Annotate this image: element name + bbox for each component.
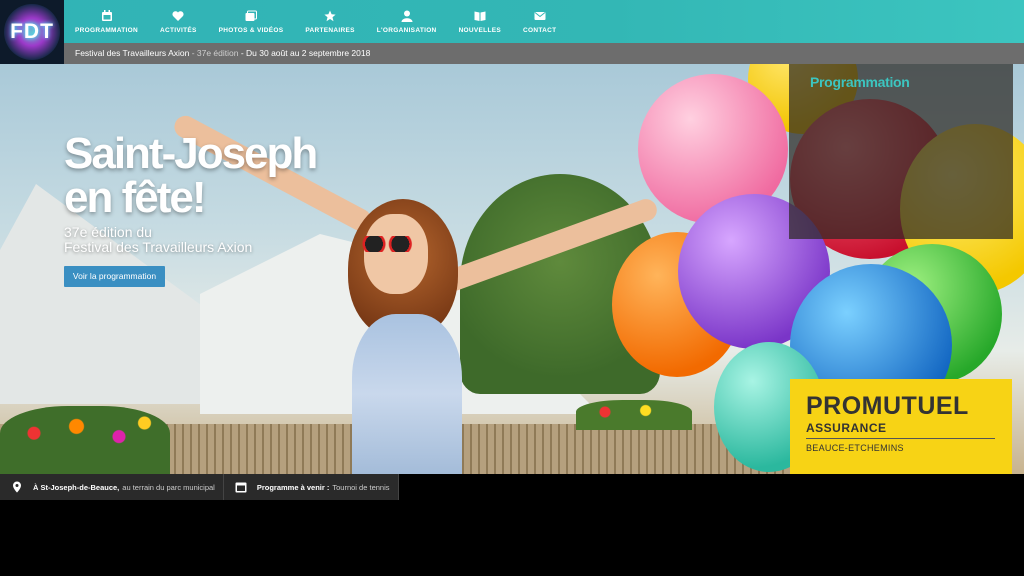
girl-face <box>364 214 428 294</box>
nav-item-activites[interactable]: ACTIVITÉS <box>149 0 208 43</box>
nav-item-contact[interactable]: CONTACT <box>512 0 567 43</box>
main-nav: PROGRAMMATION ACTIVITÉS PHOTOS & VIDÉOS … <box>64 0 567 43</box>
festival-name: Festival des Travailleurs Axion <box>75 48 190 58</box>
nav-item-programmation[interactable]: PROGRAMMATION <box>64 0 149 43</box>
nav-label: PROGRAMMATION <box>75 27 138 34</box>
heart-icon <box>171 9 185 23</box>
sunglasses <box>360 236 416 252</box>
nav-label: CONTACT <box>523 27 557 34</box>
bottom-info-bar: À St-Joseph-de-Beauce, au terrain du par… <box>0 474 399 500</box>
sponsor-promutuel[interactable]: PROMUTUEL ASSURANCE BEAUCE-ETCHEMINS <box>790 379 1012 474</box>
nav-label: PHOTOS & VIDÉOS <box>218 27 284 34</box>
nav-label: NOUVELLES <box>458 27 501 34</box>
hero-subtitle-line1: 37e édition du <box>64 224 152 240</box>
flower-bed-right <box>576 400 692 430</box>
user-icon <box>400 9 414 23</box>
book-icon <box>473 9 487 23</box>
hero-title-line2: en fête! <box>64 173 206 222</box>
sponsor-name: PROMUTUEL <box>806 392 969 420</box>
photos-icon <box>244 9 258 23</box>
programmation-panel[interactable]: Programmation <box>789 64 1013 239</box>
hero-subtitle: 37e édition du Festival des Travailleurs… <box>64 225 252 255</box>
girl-dress <box>352 314 462 474</box>
festival-info-bar: Festival des Travailleurs Axion - 37e éd… <box>64 43 1024 64</box>
nav-item-partenaires[interactable]: PARTENAIRES <box>294 0 365 43</box>
sponsor-line1: ASSURANCE <box>806 421 995 439</box>
sponsor-line2: BEAUCE-ETCHEMINS <box>806 443 904 453</box>
envelope-icon <box>533 9 547 23</box>
flower-bed-left <box>0 406 170 474</box>
calendar-icon <box>234 480 248 494</box>
hero-subtitle-line2: Festival des Travailleurs Axion <box>64 239 253 255</box>
festival-edition: - 37e édition <box>189 48 239 58</box>
nav-item-nouvelles[interactable]: NOUVELLES <box>448 0 512 43</box>
logo-text: FDT <box>10 20 54 43</box>
location-text: au terrain du parc municipal <box>122 482 215 492</box>
programmation-title: Programmation <box>810 74 910 90</box>
nav-label: PARTENAIRES <box>305 27 355 34</box>
upcoming-info[interactable]: Programme à venir : Tournoi de tennis <box>223 474 399 500</box>
nav-label: L'ORGANISATION <box>376 27 437 34</box>
festival-logo[interactable]: FDT <box>0 0 64 64</box>
star-icon <box>323 9 337 23</box>
upcoming-strong: Programme à venir : <box>256 482 330 492</box>
upcoming-text: Tournoi de tennis <box>332 482 390 492</box>
hero-title-line1: Saint-Joseph <box>64 129 318 178</box>
location-info[interactable]: À St-Joseph-de-Beauce, au terrain du par… <box>0 474 224 500</box>
view-programmation-button[interactable]: Voir la programmation <box>64 266 165 287</box>
map-pin-icon <box>10 480 24 494</box>
nav-item-organisation[interactable]: L'ORGANISATION <box>366 0 448 43</box>
calendar-icon <box>100 9 114 23</box>
location-strong: À St-Joseph-de-Beauce, <box>33 482 120 492</box>
nav-item-photos-videos[interactable]: PHOTOS & VIDÉOS <box>208 0 295 43</box>
nav-label: ACTIVITÉS <box>160 27 197 34</box>
festival-dates: - Du 30 août au 2 septembre 2018 <box>238 48 371 58</box>
hero-title: Saint-Joseph en fête! <box>64 129 318 222</box>
